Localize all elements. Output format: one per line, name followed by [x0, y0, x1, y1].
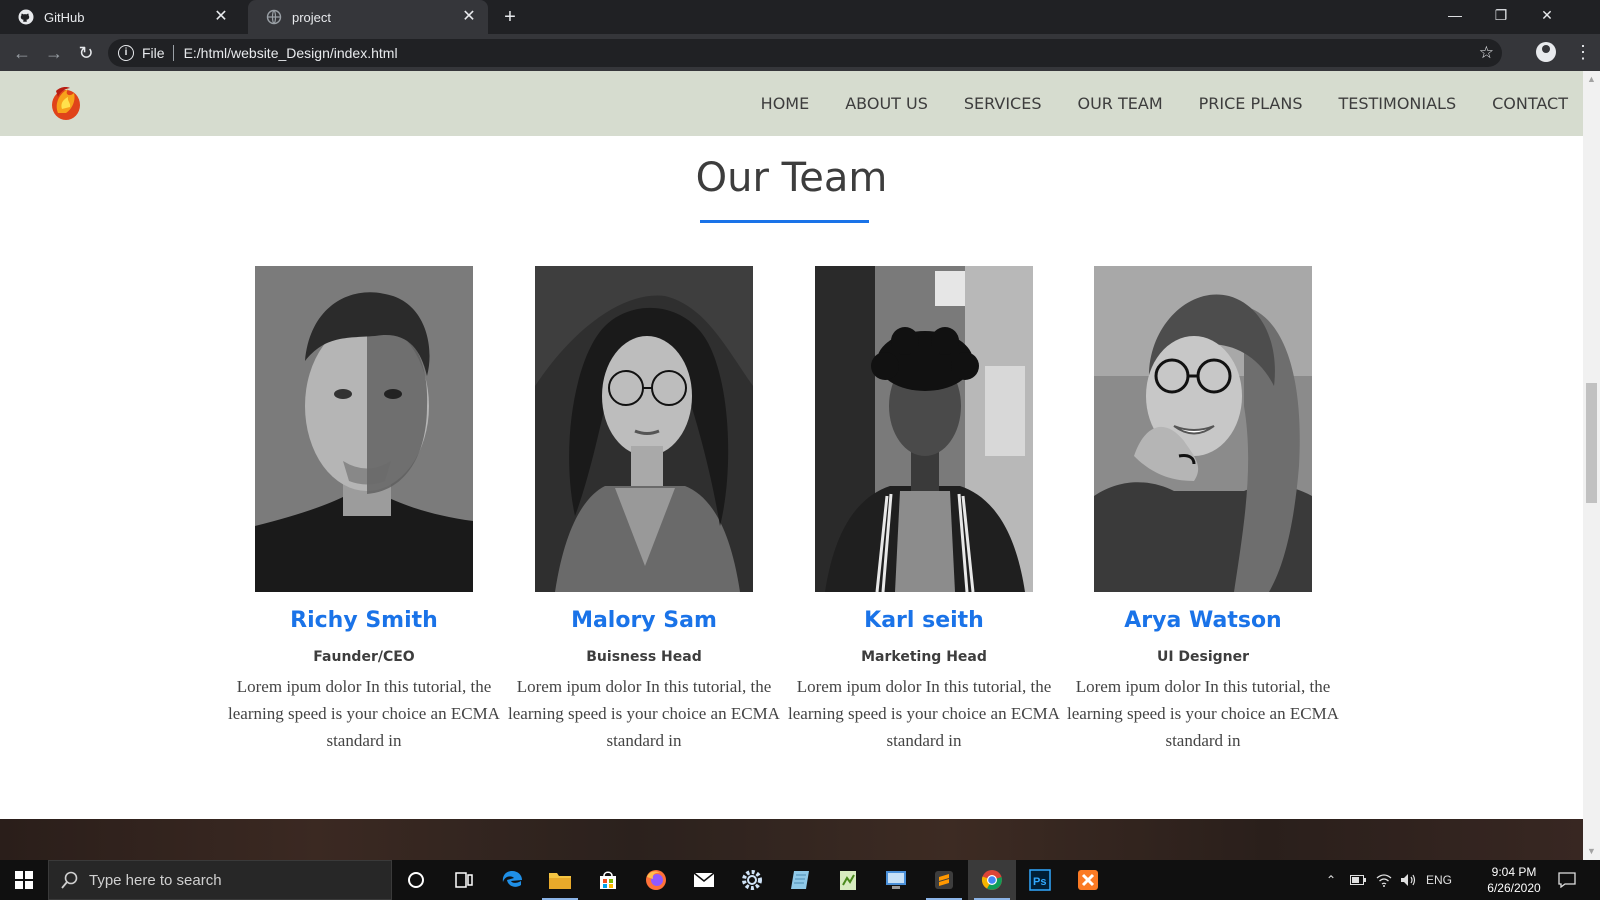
scroll-up-icon[interactable]: ▲: [1583, 71, 1600, 88]
back-icon[interactable]: ←: [10, 41, 34, 65]
team-photo: [815, 266, 1033, 592]
nav-our-team[interactable]: OUR TEAM: [1077, 94, 1162, 113]
reload-icon[interactable]: ↻: [74, 41, 98, 65]
battery-icon[interactable]: [1350, 860, 1366, 900]
scheme-label: File: [142, 45, 165, 61]
settings-gear-icon[interactable]: [728, 860, 776, 900]
member-bio: Lorem ipum dolor In this tutorial, the l…: [228, 677, 500, 750]
scrollbar-thumb[interactable]: [1586, 383, 1597, 503]
taskbar-search-input[interactable]: Type here to search: [48, 860, 392, 900]
member-name: Arya Watson: [1124, 608, 1282, 633]
tab-title: GitHub: [44, 9, 85, 25]
browser-tab-strip: GitHub ✕ project ✕ + — ❐ ✕: [0, 0, 1600, 34]
xampp-icon[interactable]: [1064, 860, 1112, 900]
vertical-scrollbar[interactable]: ▲ ▼: [1583, 71, 1600, 860]
main-menu: HOME ABOUT US SERVICES OUR TEAM PRICE PL…: [725, 71, 1568, 136]
tab-project[interactable]: project ✕: [248, 0, 488, 34]
svg-text:Ps: Ps: [1033, 876, 1046, 888]
firefox-icon[interactable]: [632, 860, 680, 900]
system-clock[interactable]: 9:04 PM 6/26/2020: [1474, 864, 1554, 896]
divider: [172, 45, 174, 61]
team-card: Malory Sam Buisness Head Lorem ipum dolo…: [504, 266, 784, 754]
notepad-plus-icon[interactable]: [824, 860, 872, 900]
profile-avatar-icon[interactable]: [1536, 42, 1556, 62]
new-tab-button[interactable]: +: [498, 5, 522, 29]
close-tab-icon[interactable]: ✕: [460, 8, 478, 26]
wifi-icon[interactable]: [1376, 860, 1392, 900]
chrome-icon[interactable]: [968, 860, 1016, 900]
address-bar[interactable]: i File E:/html/website_Design/index.html…: [108, 39, 1502, 67]
member-name: Karl seith: [864, 608, 984, 633]
site-navbar: HOME ABOUT US SERVICES OUR TEAM PRICE PL…: [0, 71, 1583, 136]
nav-about-us[interactable]: ABOUT US: [845, 94, 928, 113]
mail-icon[interactable]: [680, 860, 728, 900]
minimize-icon[interactable]: —: [1432, 0, 1478, 30]
team-card: Karl seith Marketing Head Lorem ipum dol…: [784, 266, 1064, 754]
store-icon[interactable]: [584, 860, 632, 900]
clock-time: 9:04 PM: [1491, 865, 1537, 879]
nav-price-plans[interactable]: PRICE PLANS: [1199, 94, 1303, 113]
restore-icon[interactable]: ❐: [1478, 0, 1524, 30]
phoenix-logo-icon[interactable]: [48, 83, 84, 123]
show-hidden-icons[interactable]: ⌃: [1326, 860, 1336, 900]
volume-icon[interactable]: [1400, 860, 1418, 900]
windows-taskbar: Type here to search Ps ⌃ ENG 9:04 PM 6/2…: [0, 860, 1600, 900]
member-bio: Lorem ipum dolor In this tutorial, the l…: [508, 677, 780, 750]
member-name: Malory Sam: [571, 608, 717, 633]
photoshop-icon[interactable]: Ps: [1016, 860, 1064, 900]
remote-desktop-icon[interactable]: [872, 860, 920, 900]
info-icon[interactable]: i: [118, 45, 134, 61]
nav-contact[interactable]: CONTACT: [1492, 94, 1568, 113]
github-icon: [18, 9, 34, 25]
browser-toolbar: ← → ↻ i File E:/html/website_Design/inde…: [0, 34, 1600, 71]
nav-home[interactable]: HOME: [761, 94, 810, 113]
close-window-icon[interactable]: ✕: [1524, 0, 1570, 30]
member-role: Buisness Head: [586, 649, 702, 665]
tab-github[interactable]: GitHub ✕: [0, 0, 240, 34]
clock-date: 6/26/2020: [1487, 881, 1541, 895]
member-role: Faunder/CEO: [313, 649, 415, 665]
team-card: Arya Watson UI Designer Lorem ipum dolor…: [1063, 266, 1343, 754]
search-icon: [61, 871, 78, 889]
language-indicator[interactable]: ENG: [1426, 860, 1452, 900]
menu-kebab-icon[interactable]: ⋮: [1574, 40, 1592, 64]
member-role: Marketing Head: [861, 649, 987, 665]
notifications-icon[interactable]: [1558, 860, 1576, 900]
section-title: Our Team: [695, 155, 888, 201]
nav-testimonials[interactable]: TESTIMONIALS: [1338, 94, 1456, 113]
windows-start-icon[interactable]: [0, 860, 48, 900]
team-photo: [255, 266, 473, 592]
sublime-text-icon[interactable]: [920, 860, 968, 900]
search-placeholder: Type here to search: [89, 871, 222, 889]
nav-services[interactable]: SERVICES: [964, 94, 1042, 113]
team-photo: [535, 266, 753, 592]
globe-icon: [266, 9, 282, 25]
member-bio: Lorem ipum dolor In this tutorial, the l…: [788, 677, 1060, 750]
url-text: E:/html/website_Design/index.html: [183, 45, 398, 61]
file-explorer-icon[interactable]: [536, 860, 584, 900]
cortana-icon[interactable]: [392, 860, 440, 900]
team-photo: [1094, 266, 1312, 592]
team-card: Richy Smith Faunder/CEO Lorem ipum dolor…: [224, 266, 504, 754]
member-bio: Lorem ipum dolor In this tutorial, the l…: [1067, 677, 1339, 750]
next-section-background: [0, 819, 1583, 860]
forward-icon[interactable]: →: [42, 41, 66, 65]
notes-app-icon[interactable]: [776, 860, 824, 900]
task-view-icon[interactable]: [440, 860, 488, 900]
scroll-down-icon[interactable]: ▼: [1583, 843, 1600, 860]
edge-icon[interactable]: [488, 860, 536, 900]
page-viewport: HOME ABOUT US SERVICES OUR TEAM PRICE PL…: [0, 71, 1583, 860]
tab-title: project: [292, 9, 332, 25]
member-name: Richy Smith: [290, 608, 438, 633]
close-tab-icon[interactable]: ✕: [212, 8, 230, 26]
member-role: UI Designer: [1156, 649, 1250, 665]
title-underline: [700, 220, 869, 223]
bookmark-star-icon[interactable]: ☆: [1479, 43, 1494, 63]
